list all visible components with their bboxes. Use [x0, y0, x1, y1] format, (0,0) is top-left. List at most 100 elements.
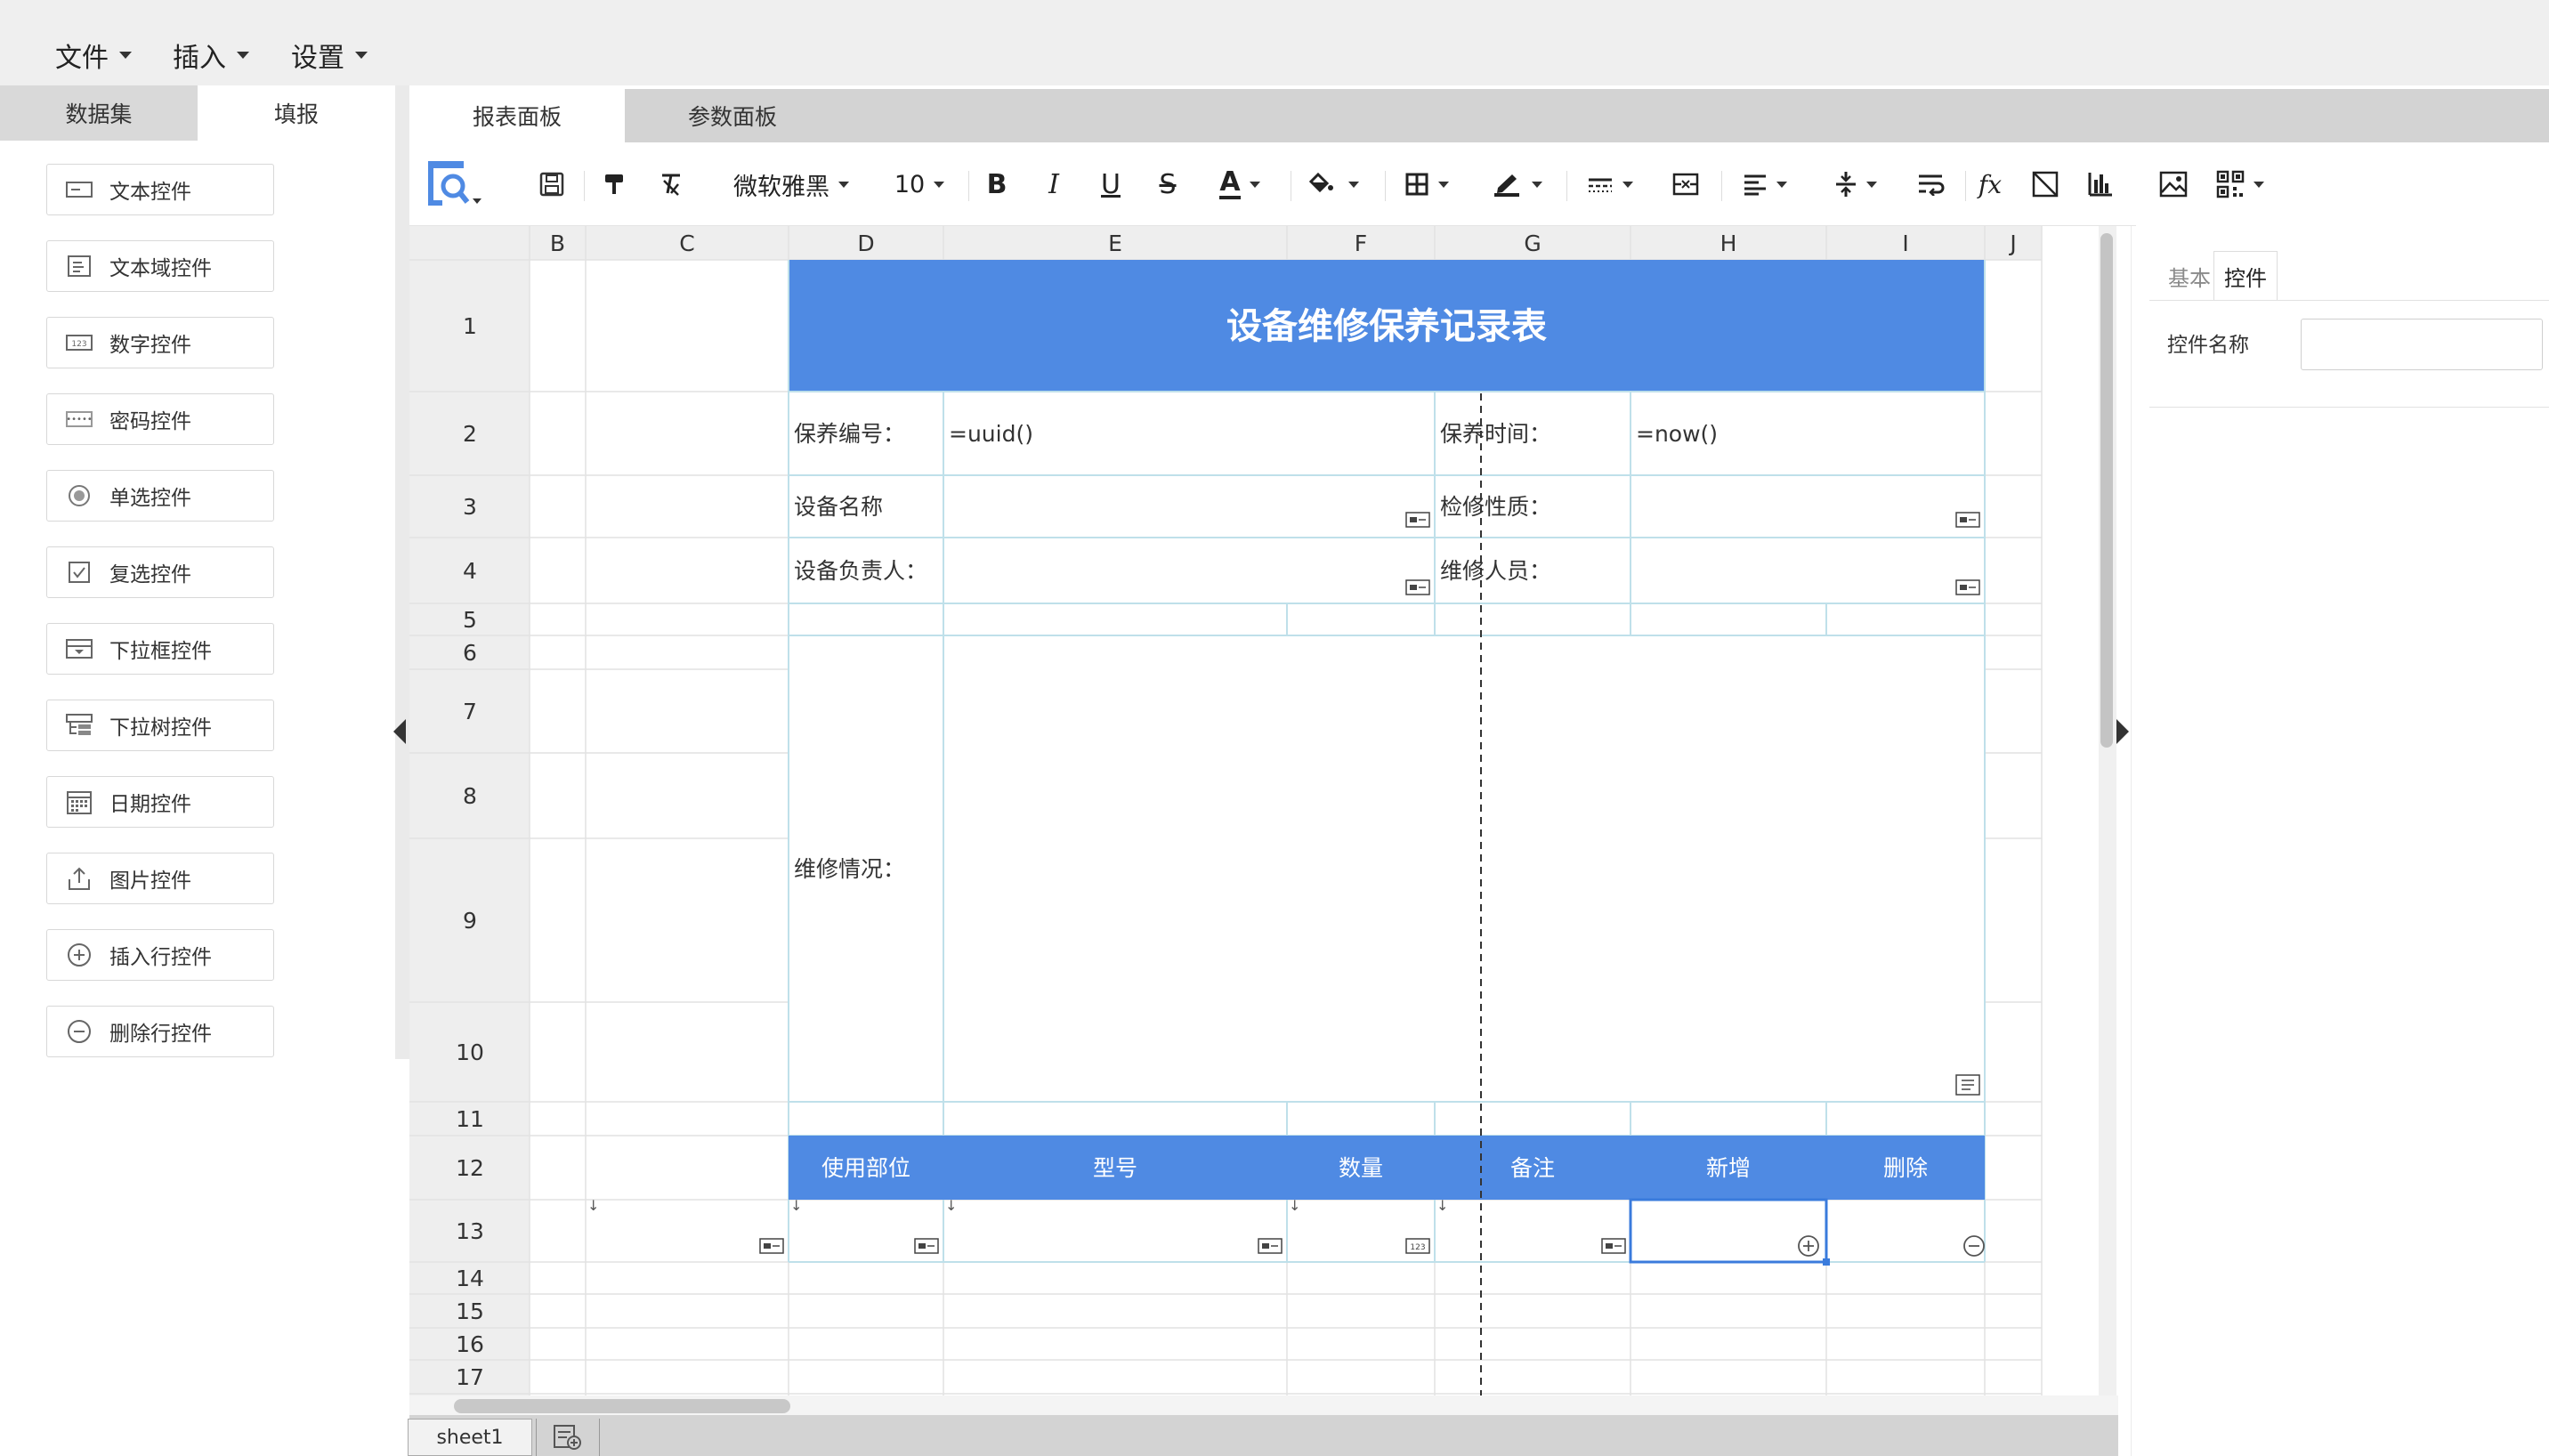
font-size-value: 10 [894, 170, 926, 198]
chevron-down-icon [934, 181, 945, 188]
widget-dropdown-tree[interactable]: 下拉树控件 [46, 700, 274, 751]
text-widget-marker-icon-glyph [1262, 1243, 1269, 1249]
qr-code-button[interactable] [2209, 160, 2271, 208]
expand-down-arrow-icon: ↓ [1436, 1197, 1448, 1214]
horizontal-scroll-thumb[interactable] [454, 1399, 790, 1413]
detail-header-6: 删除 [1883, 1155, 1928, 1181]
formula-icon: fx [1978, 169, 2003, 199]
border-button[interactable] [1396, 160, 1458, 208]
insert-chart-button[interactable] [2083, 160, 2118, 208]
collapse-left-icon[interactable] [393, 719, 406, 744]
chevron-down-icon [237, 52, 249, 59]
italic-button[interactable]: I [1036, 160, 1072, 208]
menu-insert[interactable]: 插入 [173, 36, 249, 75]
font-size-select[interactable]: 10 [888, 160, 951, 208]
dropdown-icon [65, 636, 93, 661]
bold-icon: B [986, 168, 1007, 200]
border-style-button[interactable] [1579, 160, 1641, 208]
collapse-right-icon[interactable] [2116, 719, 2129, 744]
spreadsheet-grid[interactable]: B C D E F G H I J1234567891011121314151617设备维修保养… [409, 226, 2100, 1401]
tab-fill[interactable]: 填报 [198, 85, 395, 141]
column-header-G: G [1524, 231, 1541, 256]
tab-report-panel[interactable]: 报表面板 [409, 89, 625, 142]
merge-cells-icon [1672, 173, 1699, 196]
diagonal-header-button[interactable] [2027, 160, 2063, 208]
diagonal-cell-icon [2032, 171, 2059, 198]
number-widget-marker-icon-glyph: 123 [1410, 1243, 1425, 1252]
widget-image[interactable]: 图片控件 [46, 853, 274, 904]
row-header-7: 7 [463, 699, 477, 724]
menu-file[interactable]: 文件 [55, 36, 132, 75]
password-icon: ••••• [65, 407, 93, 432]
spreadsheet[interactable]: B C D E F G H I J 1 2 3 4 5 6 7 8 9 10 11 12 13 14 15 16 17 设备维修保养… [409, 226, 2100, 1401]
widget-insert-row[interactable]: 插入行控件 [46, 929, 274, 981]
row-header-4: 4 [463, 558, 477, 584]
menu-settings-label: 设置 [291, 43, 344, 74]
bold-button[interactable]: B [979, 160, 1015, 208]
font-color-icon: A [1219, 166, 1241, 199]
detail-header-0: 更换设备名称 [620, 1155, 754, 1181]
widget-password[interactable]: ••••• 密码控件 [46, 393, 274, 445]
widget-name-input[interactable] [2301, 319, 2543, 370]
row-header-12: 12 [456, 1155, 484, 1181]
row-header-16: 16 [456, 1331, 484, 1357]
label-repair-staff: 维修人员： [1440, 558, 1551, 584]
text-widget-marker-icon-glyph [1606, 1243, 1613, 1249]
image-icon [2159, 171, 2188, 198]
widget-date[interactable]: 日期控件 [46, 776, 274, 828]
tab-dataset[interactable]: 数据集 [0, 85, 198, 141]
menu-settings[interactable]: 设置 [291, 36, 368, 75]
font-color-button[interactable]: A [1209, 160, 1271, 208]
text-widget-marker-icon-glyph [1410, 585, 1417, 590]
row-header-14: 14 [456, 1266, 484, 1291]
text-widget-marker-icon [1955, 512, 1980, 528]
align-left-icon [1744, 174, 1766, 196]
widget-text[interactable]: 文本控件 [46, 164, 274, 215]
column-header-D: D [857, 231, 874, 256]
text-widget-marker-icon [1405, 512, 1430, 528]
strikethrough-button[interactable]: S [1150, 160, 1185, 208]
widget-checkbox[interactable]: 复选控件 [46, 546, 274, 598]
fill-color-button[interactable] [1303, 160, 1365, 208]
detail-header-2: 型号 [1093, 1155, 1137, 1181]
wrap-text-button[interactable] [1914, 160, 1949, 208]
save-button[interactable] [534, 160, 570, 208]
checkbox-icon [65, 560, 93, 585]
insert-image-button[interactable] [2156, 160, 2191, 208]
merge-cells-button[interactable] [1668, 160, 1703, 208]
format-painter-button[interactable] [596, 160, 632, 208]
widget-delete-row[interactable]: 删除行控件 [46, 1006, 274, 1057]
chevron-down-icon [119, 52, 132, 59]
formula-button[interactable]: fx [1972, 160, 2008, 208]
clear-format-button[interactable] [653, 160, 689, 208]
widget-number[interactable]: 123 数字控件 [46, 317, 274, 368]
widget-textarea[interactable]: 文本域控件 [46, 240, 274, 292]
bar-chart-icon [2088, 173, 2112, 197]
preview-button[interactable] [424, 160, 486, 208]
label-device-owner: 设备负责人： [794, 558, 927, 584]
align-vertical-button[interactable] [1825, 160, 1887, 208]
tab-basic[interactable]: 基本 [2158, 251, 2221, 301]
text-widget-marker-icon [1955, 579, 1980, 595]
add-sheet-icon [554, 1425, 581, 1450]
left-panel-scrollbar[interactable] [395, 85, 409, 1059]
widget-checkbox-label: 复选控件 [109, 563, 191, 586]
underline-button[interactable]: U [1093, 160, 1129, 208]
row-header-15: 15 [456, 1298, 484, 1324]
vertical-scroll-thumb[interactable] [2100, 233, 2113, 748]
chevron-down-icon [1532, 181, 1542, 188]
font-family-select[interactable]: 微软雅黑 [723, 160, 860, 208]
align-horizontal-button[interactable] [1734, 160, 1796, 208]
sheet-tab-sheet1[interactable]: sheet1 [408, 1419, 532, 1456]
number-icon: 123 [65, 330, 93, 355]
properties-panel: 基本 控件 控件名称 [2131, 226, 2549, 1456]
add-sheet-button[interactable] [536, 1419, 600, 1456]
tab-param-panel[interactable]: 参数面板 [625, 89, 840, 142]
widget-name-label: 控件名称 [2167, 334, 2249, 357]
toolbar-divider [1385, 171, 1386, 201]
widget-radio[interactable]: 单选控件 [46, 470, 274, 522]
tab-widget[interactable]: 控件 [2213, 251, 2278, 301]
widget-dropdown[interactable]: 下拉框控件 [46, 623, 274, 675]
dropdown-tree-icon [65, 713, 93, 738]
border-color-button[interactable] [1486, 160, 1549, 208]
